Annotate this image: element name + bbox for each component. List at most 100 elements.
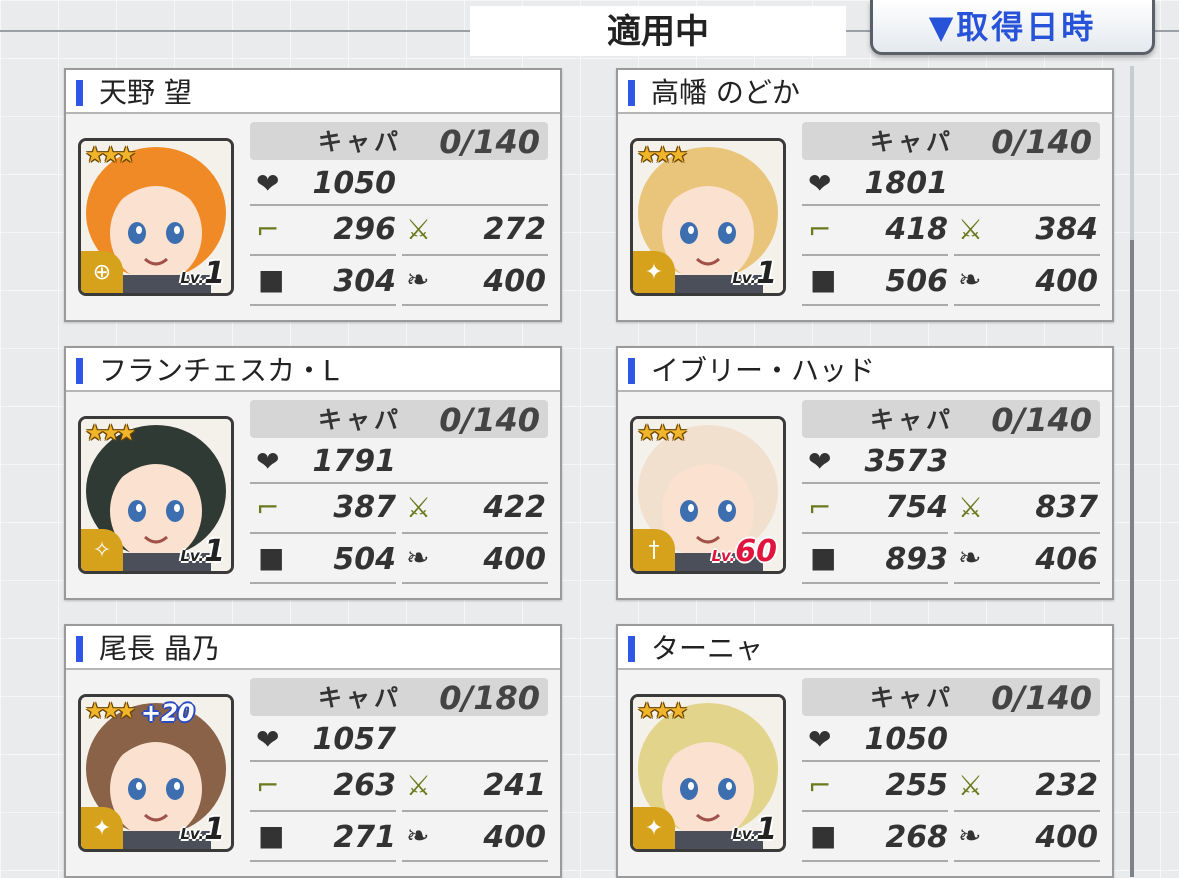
hp-value: 1791 [312,444,397,479]
target-icon: ⊕ [81,251,123,293]
heart-icon: ❤ [256,723,280,756]
level-badge: Lv.1 [180,256,225,291]
character-portrait[interactable]: ★★★ † Lv.60 [630,416,786,574]
character-name: イブリー・ハッド [651,354,876,387]
gun-icon: ⌐ [808,769,832,802]
gun-icon: ⌐ [256,491,280,524]
defense-value: 893 [885,542,948,577]
character-portrait[interactable]: ★★★ ✧ Lv.1 [78,416,234,574]
character-card[interactable]: イブリー・ハッド ★★★ † Lv.60 キャパ 0/140 ❤ 3573 ⌐ … [616,346,1114,600]
gun-icon: ✧ [81,529,123,571]
rifle-icon: ✦ [633,251,675,293]
capacity-row: キャパ 0/180 [250,678,548,717]
divider [802,760,1100,762]
capacity-label: キャパ [318,406,402,434]
attack-value: 387 [333,490,396,525]
divider [402,810,548,812]
divider [250,810,396,812]
evasion-value: 400 [1035,820,1098,855]
character-card[interactable]: ターニャ ★★★ ✦ Lv.1 キャパ 0/140 ❤ 1050 ⌐ 255 ⚔… [616,624,1114,878]
divider [402,860,548,862]
capacity-label: キャパ [318,128,402,156]
rifle-icon: ✦ [81,807,123,849]
capacity-label: キャパ [870,684,954,712]
capacity-row: キャパ 0/140 [250,122,548,161]
name-accent [76,358,83,384]
attack-value: 263 [333,768,396,803]
capacity-value: 0/180 [439,679,540,717]
name-accent [628,358,635,384]
sword-icon: ⚔ [958,769,984,802]
divider [954,532,1100,534]
attack-value: 296 [333,212,396,247]
wing-icon: ❧ [406,819,430,852]
character-name: フランチェスカ・L [99,354,339,387]
evasion-value: 400 [483,542,546,577]
wing-icon: ❧ [406,263,430,296]
hp-value: 1050 [312,166,397,201]
shield-icon: ■ [810,819,837,852]
name-accent [76,636,83,662]
character-portrait[interactable]: ★★★ ⊕ Lv.1 [78,138,234,296]
capacity-row: キャパ 0/140 [802,122,1100,161]
accuracy-value: 422 [483,490,546,525]
character-card[interactable]: 尾長 晶乃 ★★★ +20 ✦ Lv.1 キャパ 0/180 ❤ 1057 ⌐ … [64,624,562,878]
heart-icon: ❤ [256,167,280,200]
shield-icon: ■ [810,541,837,574]
accuracy-value: 837 [1035,490,1098,525]
character-card[interactable]: フランチェスカ・L ★★★ ✧ Lv.1 キャパ 0/140 ❤ 1791 ⌐ … [64,346,562,600]
character-portrait[interactable]: ★★★ ✦ Lv.1 [630,138,786,296]
level-badge: Lv.1 [732,812,777,847]
sword-icon: ⚔ [958,491,984,524]
defense-value: 271 [333,820,396,855]
shield-icon: ■ [258,263,285,296]
capacity-label: キャパ [870,406,954,434]
divider [802,204,1100,206]
sort-button[interactable]: ▼取得日時 [870,0,1155,55]
capacity-value: 0/140 [991,679,1092,717]
divider [250,254,396,256]
divider [250,860,396,862]
level-badge: Lv.60 [711,534,777,569]
character-name-bar: イブリー・ハッド [618,348,1112,392]
attack-value: 418 [885,212,948,247]
divider [802,860,948,862]
character-name-bar: 尾長 晶乃 [66,626,560,670]
rifle-icon: ✦ [633,807,675,849]
sword-icon: ⚔ [958,213,984,246]
character-card[interactable]: 天野 望 ★★★ ⊕ Lv.1 キャパ 0/140 ❤ 1050 ⌐ 296 ⚔… [64,68,562,322]
evasion-value: 400 [1035,264,1098,299]
divider [250,304,396,306]
divider [402,304,548,306]
sword-icon: ⚔ [406,213,432,246]
evasion-value: 400 [483,820,546,855]
accuracy-value: 384 [1035,212,1098,247]
character-portrait[interactable]: ★★★ ✦ Lv.1 [630,694,786,852]
hp-value: 3573 [864,444,949,479]
capacity-row: キャパ 0/140 [250,400,548,439]
divider [250,482,548,484]
character-card[interactable]: 高幡 のどか ★★★ ✦ Lv.1 キャパ 0/140 ❤ 1801 ⌐ 418… [616,68,1114,322]
divider [954,860,1100,862]
accuracy-value: 241 [483,768,546,803]
character-name-bar: ターニャ [618,626,1112,670]
defense-value: 304 [333,264,396,299]
level-badge: Lv.1 [180,812,225,847]
divider [402,254,548,256]
capacity-label: キャパ [870,128,954,156]
rarity-stars-icon: ★★★ [85,699,136,724]
divider [250,532,396,534]
divider [250,582,396,584]
scrollbar[interactable] [1130,240,1134,877]
character-portrait[interactable]: ★★★ +20 ✦ Lv.1 [78,694,234,852]
name-accent [628,636,635,662]
gun-icon: ⌐ [808,491,832,524]
rarity-stars-icon: ★★★ [637,699,688,724]
divider [402,532,548,534]
capacity-row: キャパ 0/140 [802,678,1100,717]
divider [954,304,1100,306]
character-name-bar: 高幡 のどか [618,70,1112,114]
capacity-value: 0/140 [991,123,1092,161]
accuracy-value: 232 [1035,768,1098,803]
attack-value: 255 [885,768,948,803]
